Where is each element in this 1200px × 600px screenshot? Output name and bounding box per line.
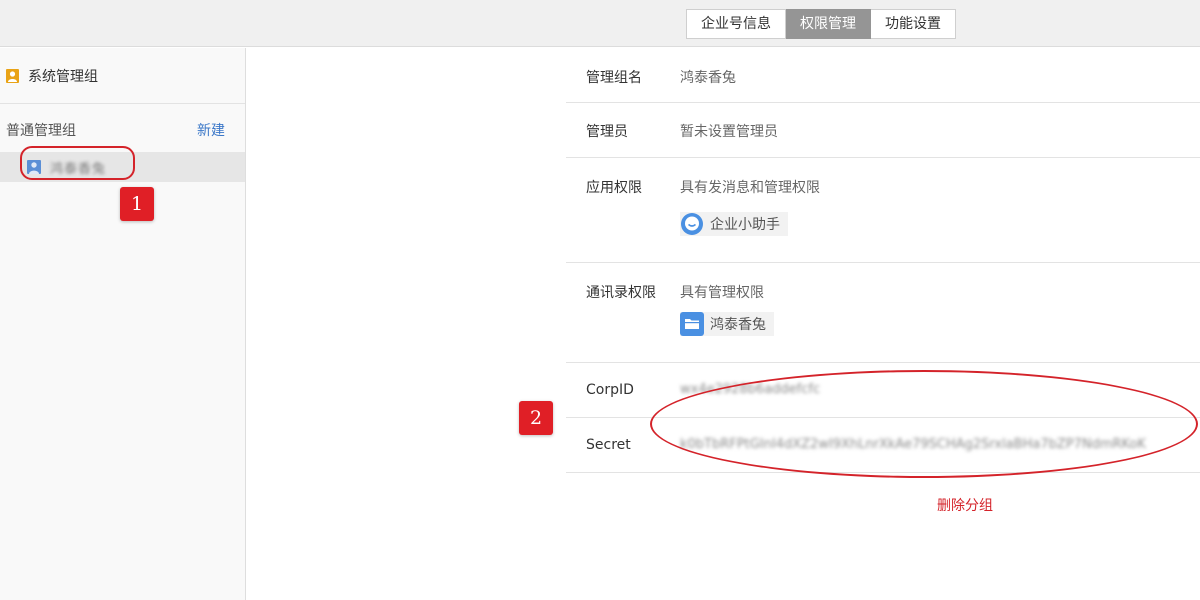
contacts-chip-label: 鸿泰香兔	[710, 317, 766, 333]
annotation-badge-1: 1	[120, 187, 154, 221]
admin-value: 暂未设置管理员	[680, 124, 778, 140]
secret-label: Secret	[586, 437, 631, 453]
admin-person-icon	[6, 68, 19, 83]
system-admin-group-label: 系统管理组	[28, 68, 98, 85]
group-name-value: 鸿泰香兔	[680, 70, 736, 86]
group-user-icon	[27, 160, 41, 174]
tab-corp-info[interactable]: 企业号信息	[686, 9, 786, 39]
normal-group-header: 普通管理组 新建	[0, 108, 245, 152]
system-admin-group[interactable]: 系统管理组	[0, 48, 245, 104]
row-corpid: CorpID wx4e2928b6addefcfc	[566, 363, 1200, 418]
app-permission-label: 应用权限	[586, 180, 642, 196]
app-chip[interactable]: 企业小助手	[680, 212, 788, 236]
corpid-label: CorpID	[586, 382, 634, 398]
row-group-name: 管理组名 鸿泰香兔	[566, 48, 1200, 103]
group-item-selected[interactable]: 鸿泰香兔	[0, 152, 245, 182]
group-name-label: 管理组名	[586, 70, 642, 86]
annotation-badge-2: 2	[519, 401, 553, 435]
new-group-button[interactable]: 新建	[197, 120, 225, 140]
normal-group-title: 普通管理组	[6, 123, 76, 139]
group-item-label: 鸿泰香兔	[50, 161, 107, 177]
row-app-permission: 应用权限 具有发消息和管理权限 企业小助手	[566, 158, 1200, 263]
folder-icon	[680, 312, 704, 336]
app-permission-value: 具有发消息和管理权限	[680, 180, 820, 196]
contacts-permission-value: 具有管理权限	[680, 285, 764, 301]
delete-group-button[interactable]: 删除分组	[937, 495, 993, 515]
sidebar: 系统管理组 普通管理组 新建 鸿泰香兔	[0, 48, 246, 600]
assistant-chat-icon	[680, 212, 704, 236]
app-chip-label: 企业小助手	[710, 217, 780, 233]
admin-label: 管理员	[586, 124, 628, 140]
contacts-permission-label: 通讯录权限	[586, 285, 656, 301]
top-bar: 企业号信息 权限管理 功能设置	[0, 0, 1200, 47]
row-admin: 管理员 暂未设置管理员	[566, 103, 1200, 158]
contacts-chip[interactable]: 鸿泰香兔	[680, 312, 774, 336]
tab-feature-settings[interactable]: 功能设置	[871, 9, 956, 39]
corpid-value: wx4e2928b6addefcfc	[680, 382, 821, 397]
row-secret: Secret k0bTbRFPtGInI4dXZ2wI9XhLnrXkAe79S…	[566, 418, 1200, 473]
permission-details-panel: 管理组名 鸿泰香兔 管理员 暂未设置管理员 应用权限 具有发消息和管理权限 企业…	[566, 48, 1200, 473]
secret-value: k0bTbRFPtGInI4dXZ2wI9XhLnrXkAe79SCHAg2Sr…	[680, 437, 1146, 452]
row-contacts-permission: 通讯录权限 具有管理权限 鸿泰香兔	[566, 263, 1200, 363]
tab-permission-management[interactable]: 权限管理	[786, 9, 871, 39]
tab-bar: 企业号信息 权限管理 功能设置	[686, 9, 956, 39]
